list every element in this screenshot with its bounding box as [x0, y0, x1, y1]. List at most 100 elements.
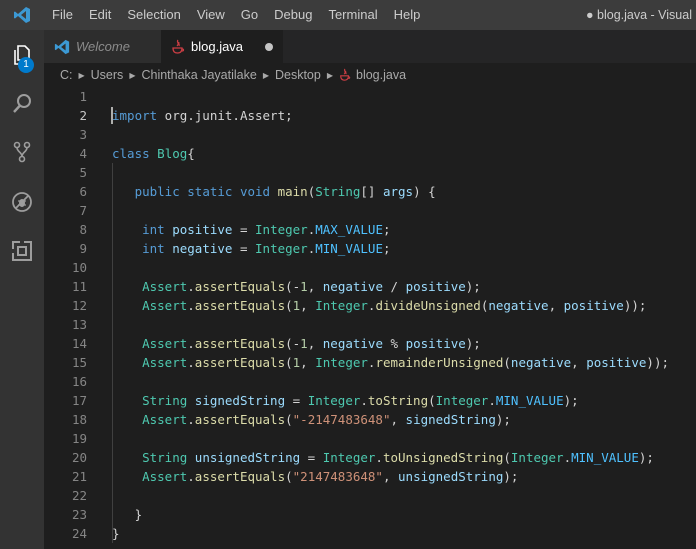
tab-blog-java[interactable]: blog.java [161, 30, 283, 63]
code-token: ( [428, 393, 436, 408]
menu-selection[interactable]: Selection [119, 0, 188, 30]
code-line[interactable]: 3 [44, 125, 696, 144]
code-token: } [112, 526, 120, 541]
debug-icon[interactable] [0, 180, 44, 224]
code-token: . [187, 279, 195, 294]
code-token: )); [623, 298, 647, 313]
breadcrumb-user[interactable]: Chinthaka Jayatilake [141, 68, 256, 82]
vscode-logo-icon [0, 0, 44, 30]
search-icon[interactable] [0, 82, 44, 126]
code-token: divideUnsigned [375, 298, 481, 313]
code-token: static [187, 184, 233, 199]
menu-debug[interactable]: Debug [266, 0, 320, 30]
java-file-icon [171, 39, 185, 55]
code-text: String signedString = Integer.toString(I… [112, 391, 579, 410]
menu-help[interactable]: Help [386, 0, 429, 30]
code-token: (- [285, 279, 301, 294]
code-line[interactable]: 1 [44, 87, 696, 106]
code-token: % [382, 336, 406, 351]
code-token: . [187, 412, 195, 427]
explorer-badge: 1 [18, 57, 34, 73]
breadcrumb-desktop[interactable]: Desktop [275, 68, 321, 82]
code-token: negative [322, 279, 383, 294]
code-token: . [375, 450, 383, 465]
code-line[interactable]: 8 int positive = Integer.MAX_VALUE; [44, 220, 696, 239]
code-line[interactable]: 12 Assert.assertEquals(1, Integer.divide… [44, 296, 696, 315]
files-icon[interactable]: 1 [0, 33, 44, 77]
code-line[interactable]: 13 [44, 315, 696, 334]
code-line[interactable]: 4 class Blog{ [44, 144, 696, 163]
code-token: signedString [405, 412, 496, 427]
code-token: void [239, 184, 271, 199]
code-token: assertEquals [194, 469, 286, 484]
code-line[interactable]: 18 Assert.assertEquals("-2147483648", si… [44, 410, 696, 429]
code-token: , [571, 355, 587, 370]
code-text: int positive = Integer.MAX_VALUE; [112, 220, 390, 239]
code-token: MAX_VALUE [315, 222, 383, 237]
code-line[interactable]: 15 Assert.assertEquals(1, Integer.remain… [44, 353, 696, 372]
code-token: ( [285, 298, 293, 313]
code-line[interactable]: 17 String signedString = Integer.toStrin… [44, 391, 696, 410]
code-line[interactable]: 11 Assert.assertEquals(-1, negative / po… [44, 277, 696, 296]
code-token: ( [503, 450, 511, 465]
code-line[interactable]: 6 public static void main(String[] args)… [44, 182, 696, 201]
title-bar: File Edit Selection View Go Debug Termin… [0, 0, 696, 30]
code-token: Assert [142, 469, 188, 484]
code-token: Integer [315, 355, 368, 370]
breadcrumb-users[interactable]: Users [91, 68, 124, 82]
menu-view[interactable]: View [189, 0, 233, 30]
menu-file[interactable]: File [44, 0, 81, 30]
line-number: 22 [71, 488, 87, 503]
code-token: positive [586, 355, 647, 370]
code-token: org.junit.Assert; [157, 108, 293, 123]
code-line[interactable]: 16 [44, 372, 696, 391]
unsaved-dot-icon[interactable] [265, 42, 273, 51]
breadcrumb-drive[interactable]: C: [60, 68, 73, 82]
code-token: positive [405, 336, 466, 351]
code-token: ); [563, 393, 579, 408]
code-editor[interactable]: 1 2 import org.junit.Assert; 3 4 class Blog{5… [44, 87, 696, 549]
line-number: 4 [79, 146, 87, 161]
line-number: 10 [71, 260, 87, 275]
code-token: ( [285, 412, 293, 427]
code-line[interactable]: 5 [44, 163, 696, 182]
code-line[interactable]: 14 Assert.assertEquals(-1, negative % po… [44, 334, 696, 353]
line-number: 14 [71, 336, 87, 351]
code-line[interactable]: 20 String unsignedString = Integer.toUns… [44, 448, 696, 467]
tab-welcome[interactable]: Welcome [44, 30, 161, 63]
extensions-icon[interactable] [0, 229, 44, 273]
code-token: Integer [315, 298, 368, 313]
activity-bar: 1 [0, 30, 44, 549]
code-token: int [142, 241, 165, 256]
code-line[interactable]: 24} [44, 524, 696, 543]
code-line[interactable]: 2 import org.junit.Assert; [44, 106, 696, 125]
code-token: . [360, 393, 368, 408]
code-line[interactable]: 21 Assert.assertEquals("2147483648", uns… [44, 467, 696, 486]
code-token: ); [495, 412, 511, 427]
menu-terminal[interactable]: Terminal [320, 0, 385, 30]
code-text: public static void main(String[] args) { [112, 182, 436, 201]
line-number: 7 [79, 203, 87, 218]
java-file-icon [339, 68, 351, 82]
code-token: ); [638, 450, 654, 465]
code-line[interactable]: 10 [44, 258, 696, 277]
source-control-icon[interactable] [0, 130, 44, 174]
code-token: / [382, 279, 406, 294]
code-token: . [187, 298, 195, 313]
menu-edit[interactable]: Edit [81, 0, 119, 30]
code-token: Assert [142, 412, 188, 427]
code-token: signedString [194, 393, 286, 408]
breadcrumb-file[interactable]: blog.java [356, 68, 406, 82]
code-text: Assert.assertEquals(1, Integer.remainder… [112, 353, 669, 372]
menu-go[interactable]: Go [233, 0, 266, 30]
code-line[interactable]: 23 } [44, 505, 696, 524]
code-line[interactable]: 9 int negative = Integer.MIN_VALUE; [44, 239, 696, 258]
code-text: Assert.assertEquals("2147483648", unsign… [112, 467, 518, 486]
chevron-right-icon: ▶ [129, 70, 136, 80]
code-line[interactable]: 7 [44, 201, 696, 220]
code-line[interactable]: 22 [44, 486, 696, 505]
code-line[interactable]: 19 [44, 429, 696, 448]
